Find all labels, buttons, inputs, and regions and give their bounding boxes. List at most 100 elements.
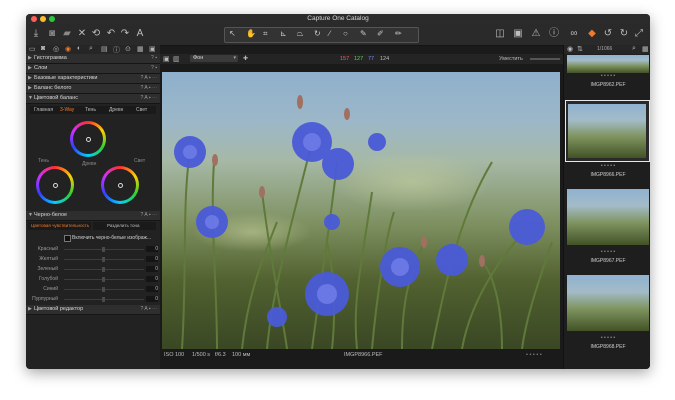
annotate-tool-icon[interactable]: ✏ [395, 29, 402, 38]
section-color-balance[interactable]: ▼ Цветовой баланс ? A ▪ ⋯ [26, 94, 160, 104]
add-icon[interactable]: ✚ [243, 55, 248, 62]
glasses-icon[interactable]: ∞ [566, 28, 582, 40]
redo-icon[interactable]: ↷ [119, 28, 131, 40]
line-tool-icon[interactable]: ∕ [329, 29, 330, 38]
thumbnail-stars[interactable]: • • • • • [567, 249, 649, 256]
slider-knob[interactable] [102, 267, 105, 272]
aperture-readout: f/6.3 [215, 352, 226, 358]
thumbnail-stars[interactable]: • • • • • [567, 163, 649, 170]
rotate-right-icon[interactable]: ↻ [618, 28, 630, 40]
highlight-color-wheel[interactable] [101, 166, 139, 204]
batch-tab-icon[interactable]: ▦ [137, 45, 144, 53]
tab-main[interactable]: Главная [34, 107, 53, 113]
tab-color-sensitivity[interactable]: Цветовая чувствительность [28, 222, 91, 230]
filename-readout: IMGP8966.PEF [344, 352, 383, 358]
info-icon[interactable]: ⓘ [548, 28, 560, 40]
search-icon[interactable]: ⌕ [632, 45, 636, 53]
tools-tab-icon[interactable]: ▣ [149, 45, 156, 53]
zoom-label[interactable]: Уместить [499, 56, 523, 62]
slider-magenta[interactable]: Пурпурный 0 [26, 296, 160, 303]
slider-knob[interactable] [102, 297, 105, 302]
slider-knob[interactable] [102, 257, 105, 262]
capture-tab-icon[interactable]: ◙ [41, 45, 45, 52]
thumbnail[interactable] [567, 189, 649, 245]
sort-icon[interactable]: ⇅ [577, 45, 583, 53]
section-controls-icon[interactable]: ? ▪ [151, 65, 157, 71]
output-tab-icon[interactable]: ⊙ [125, 45, 131, 53]
edit-icon[interactable]: ◫ [494, 28, 506, 40]
text-icon[interactable]: A [134, 28, 146, 40]
thumbnail-selected[interactable] [565, 100, 650, 162]
delete-icon[interactable]: ✕ [76, 28, 88, 40]
thumbnail-stars[interactable]: • • • • • [567, 73, 649, 80]
adjustments-tab-icon[interactable]: ▤ [101, 45, 108, 53]
color-icon[interactable]: ◆ [586, 28, 598, 40]
camera-icon[interactable]: ◙ [46, 28, 58, 40]
rating-stars[interactable]: • • • • • [526, 352, 542, 358]
expand-icon[interactable]: ⤢ [633, 28, 645, 40]
keystone-tool-icon[interactable]: ⏢ [297, 29, 303, 39]
hand-tool-icon[interactable]: ✋ [246, 29, 256, 38]
folder-icon[interactable]: ▰ [61, 28, 73, 40]
color-tab-icon[interactable]: ◉ [65, 45, 71, 53]
tab-shadow[interactable]: Тень [85, 107, 96, 113]
rotate-tool-icon[interactable]: ↻ [314, 29, 321, 38]
section-black-white[interactable]: ▼ Черно-белое ? A ▪ ⋯ [26, 211, 160, 221]
section-controls-icon[interactable]: ? A ▪ ⋯ [140, 212, 157, 218]
library-tab-icon[interactable]: ▭ [29, 45, 36, 53]
slider-knob[interactable] [102, 247, 105, 252]
section-controls-icon[interactable]: ? A ▪ ⋯ [140, 306, 157, 312]
readout-l: 124 [380, 56, 390, 62]
slider-yellow[interactable]: Желтый 0 [26, 256, 160, 263]
tab-3way[interactable]: 3-Way [60, 107, 74, 113]
tab-split-tones[interactable]: Разделить тона [93, 222, 156, 230]
tab-mid[interactable]: Древн [109, 107, 123, 113]
thumbnail[interactable] [567, 275, 649, 331]
section-white-balance[interactable]: ▶ Баланс белого ? A ▪ ⋯ [26, 84, 160, 94]
main-photo [162, 72, 560, 349]
section-controls-icon[interactable]: ? A ▪ ⋯ [140, 95, 157, 101]
zoom-slider[interactable] [530, 58, 560, 60]
chevron-right-icon: ▶ [28, 55, 32, 61]
undo-icon[interactable]: ↶ [105, 28, 117, 40]
pan-tool-icon[interactable]: ↖ [229, 29, 236, 38]
eye-icon[interactable]: ◉ [567, 45, 573, 53]
single-view-icon[interactable]: ▣ [163, 55, 170, 63]
slider-cyan[interactable]: Голубой 0 [26, 276, 160, 283]
background-dropdown[interactable]: Фон ▾ [190, 55, 238, 62]
readout-b: 77 [368, 56, 375, 62]
section-controls-icon[interactable]: ? A ▪ ⋯ [140, 85, 157, 91]
multi-view-icon[interactable]: ▥ [173, 55, 180, 63]
straighten-tool-icon[interactable]: ⊾ [280, 29, 287, 38]
slider-red[interactable]: Красный 0 [26, 246, 160, 253]
slider-blue[interactable]: Синий 0 [26, 286, 160, 293]
slider-knob[interactable] [102, 277, 105, 282]
midtone-color-wheel[interactable] [70, 121, 106, 157]
rotate-left-icon[interactable]: ↺ [602, 28, 614, 40]
picker-tool-icon[interactable]: ✐ [377, 29, 384, 38]
section-controls-icon[interactable]: ? A ▪ ⋯ [140, 75, 157, 81]
import-icon[interactable]: ⤓ [30, 28, 42, 40]
details-tab-icon[interactable]: ⌕ [89, 45, 93, 53]
lens-tab-icon[interactable]: ◎ [53, 45, 59, 53]
tab-light[interactable]: Свет [136, 107, 147, 113]
grid-icon[interactable]: ▦ [642, 45, 649, 53]
section-controls-icon[interactable]: ? ▪ [151, 55, 157, 61]
reset-icon[interactable]: ⟲ [90, 28, 102, 40]
thumbnail[interactable] [567, 55, 649, 73]
shadow-color-wheel[interactable] [36, 166, 74, 204]
slider-green[interactable]: Зеленый 0 [26, 266, 160, 273]
section-histogram[interactable]: ▶ Гистограмма ? ▪ [26, 54, 160, 64]
thumbnail-stars[interactable]: • • • • • [567, 335, 649, 342]
exposure-tab-icon[interactable]: ◐ [77, 45, 81, 52]
enable-bw-checkbox[interactable] [64, 235, 71, 242]
crop-tool-icon[interactable]: ⌗ [263, 29, 268, 39]
overlay-icon[interactable]: ▣ [512, 28, 524, 40]
brush-tool-icon[interactable]: ✎ [360, 29, 367, 38]
circle-tool-icon[interactable]: ○ [343, 29, 348, 38]
warning-icon[interactable]: ⚠ [530, 28, 542, 40]
slider-knob[interactable] [102, 287, 105, 292]
section-layers[interactable]: ▶ Слои ? ▪ [26, 64, 160, 74]
section-basic[interactable]: ▶ Базовые характеристики ? A ▪ ⋯ [26, 74, 160, 84]
section-color-editor[interactable]: ▶ Цветовой редактор ? A ▪ ⋯ [26, 305, 160, 315]
